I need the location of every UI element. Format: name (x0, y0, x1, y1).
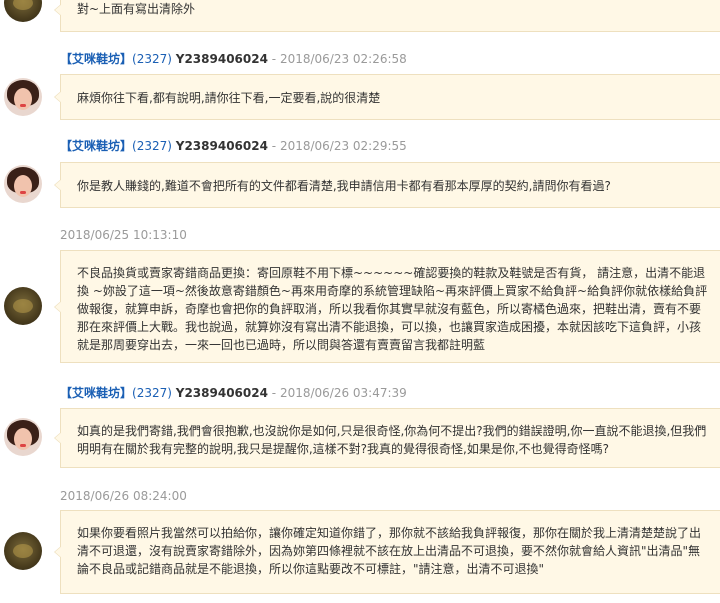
message-time: 2018/06/26 03:47:39 (279, 386, 407, 400)
seller-avatar (4, 532, 42, 570)
message-text: 如真的是我們寄錯,我們會很抱歉,也沒說你是如何,只是很奇怪,你為何不提出?我們的… (77, 424, 707, 456)
message-header: 【艾咪鞋坊】(2327) Y2389406024 - 2018/06/26 03… (60, 386, 407, 400)
buyer-message-bubble: 如真的是我們寄錯,我們會很抱歉,也沒說你是如何,只是很奇怪,你為何不提出?我們的… (54, 408, 720, 468)
buyer-name-link[interactable]: 【艾咪鞋坊】 (60, 139, 132, 153)
message-header: 【艾咪鞋坊】(2327) Y2389406024 - 2018/06/23 02… (60, 139, 407, 153)
buyer-message-bubble: 麻煩你往下看,都有說明,請你往下看,一定要看,說的很清楚 (54, 74, 720, 120)
message-text: 你是教人賺錢的,難道不會把所有的文件都看清楚,我申請信用卡都有看那本厚厚的契約,… (77, 179, 611, 193)
seller-reply-bubble: 對~上面有寫出清除外 (54, 0, 720, 32)
buyer-account: Y2389406024 (175, 386, 268, 400)
seller-avatar (4, 287, 42, 325)
seller-reply-bubble: 如果你要看照片我當然可以拍給你，讓你確定知道你錯了，那你就不該給我負評報復，那你… (54, 510, 720, 594)
seller-reply-bubble: 不良品換貨或賣家寄錯商品更換：寄回原鞋不用下標~~~~~~確認要換的鞋款及鞋號是… (54, 250, 720, 363)
buyer-avatar (4, 418, 42, 456)
buyer-avatar (4, 165, 42, 203)
buyer-account: Y2389406024 (175, 139, 268, 153)
buyer-rating[interactable]: (2327) (132, 139, 172, 153)
message-time: 2018/06/23 02:26:58 (279, 52, 407, 66)
buyer-account: Y2389406024 (175, 52, 268, 66)
message-text: 對~上面有寫出清除外 (77, 2, 196, 16)
message-text: 麻煩你往下看,都有說明,請你往下看,一定要看,說的很清楚 (77, 91, 381, 105)
buyer-rating[interactable]: (2327) (132, 52, 172, 66)
seller-avatar (4, 0, 42, 22)
message-time: 2018/06/26 08:24:00 (60, 489, 187, 503)
message-header: 【艾咪鞋坊】(2327) Y2389406024 - 2018/06/23 02… (60, 52, 407, 66)
buyer-rating[interactable]: (2327) (132, 386, 172, 400)
message-time: 2018/06/23 02:29:55 (279, 139, 407, 153)
message-text: 如果你要看照片我當然可以拍給你，讓你確定知道你錯了，那你就不該給我負評報復，那你… (77, 526, 702, 576)
buyer-name-link[interactable]: 【艾咪鞋坊】 (60, 52, 132, 66)
buyer-message-bubble: 你是教人賺錢的,難道不會把所有的文件都看清楚,我申請信用卡都有看那本厚厚的契約,… (54, 162, 720, 208)
message-time: 2018/06/25 10:13:10 (60, 228, 187, 242)
buyer-name-link[interactable]: 【艾咪鞋坊】 (60, 386, 132, 400)
message-text: 不良品換貨或賣家寄錯商品更換：寄回原鞋不用下標~~~~~~確認要換的鞋款及鞋號是… (77, 266, 708, 352)
buyer-avatar (4, 78, 42, 116)
